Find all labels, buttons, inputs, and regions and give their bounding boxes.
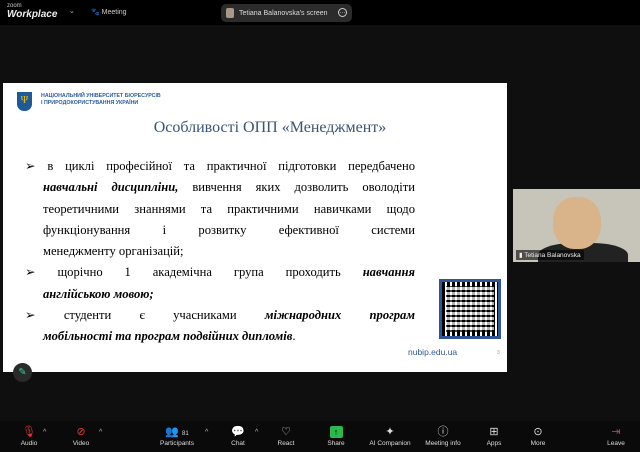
share-icon: ↑ bbox=[311, 425, 361, 440]
emphasis: англійською мовою; bbox=[43, 286, 154, 301]
audio-options-caret[interactable]: ^ bbox=[43, 429, 46, 436]
participant-name: ▮ Tetiana Balanovska bbox=[516, 250, 584, 260]
meeting-text: Meeting bbox=[101, 9, 127, 16]
info-icon: ⓘ bbox=[437, 426, 449, 438]
heart-icon: ♡ bbox=[281, 426, 291, 438]
bullet-icon: ➢ bbox=[25, 159, 36, 173]
brand-name: Workplace bbox=[7, 9, 58, 20]
label: Leave bbox=[607, 440, 625, 447]
label: More bbox=[530, 440, 546, 447]
label: Audio bbox=[20, 440, 38, 447]
top-bar: zoom Workplace ⌄ 🐾 Meeting Tetiana Balan… bbox=[0, 0, 640, 25]
audio-button[interactable]: 🎙 Audio bbox=[4, 425, 54, 447]
participants-button[interactable]: 👥 81 Participants bbox=[152, 425, 202, 447]
text-line: теоретичними знаннями та практичними нав… bbox=[43, 201, 415, 216]
label: Apps bbox=[486, 440, 502, 447]
emphasis: мобільності та програм подвійних дипломі… bbox=[43, 329, 293, 344]
text: щорічно 1 академічна група проходить bbox=[57, 265, 363, 280]
participants-icon: 👥 81 bbox=[165, 426, 189, 438]
meeting-info-button[interactable]: ⓘ Meeting info bbox=[418, 425, 468, 447]
text: . bbox=[292, 329, 296, 344]
qr-code bbox=[439, 279, 501, 339]
more-button[interactable]: ⊙ More bbox=[513, 425, 563, 447]
react-button[interactable]: ♡ React bbox=[261, 425, 311, 447]
share-button[interactable]: ↑ Share bbox=[311, 425, 361, 447]
emphasis: міжнародних програм bbox=[264, 308, 415, 323]
chevron-down-icon[interactable]: ⌄ bbox=[69, 7, 75, 15]
text-line: ➢ щорічно 1 академічна група проходить н… bbox=[25, 262, 415, 283]
participant-video[interactable]: ▮ Tetiana Balanovska bbox=[513, 189, 640, 262]
video-face bbox=[553, 197, 601, 249]
label: Meeting info bbox=[425, 440, 461, 447]
video-options-caret[interactable]: ^ bbox=[99, 429, 102, 436]
more-icon[interactable]: … bbox=[338, 8, 347, 17]
emphasis: навчальні дисципліни, bbox=[43, 180, 179, 195]
text-line: ➢ студенти є учасниками міжнародних прог… bbox=[25, 305, 415, 326]
annotate-pencil-icon[interactable]: ✎ bbox=[13, 363, 32, 382]
leave-button[interactable]: ⇥ Leave bbox=[591, 425, 640, 447]
more-icon: ⊙ bbox=[533, 426, 543, 438]
text-line: англійською мовою; bbox=[25, 284, 415, 305]
shared-slide: Ψ НАЦІОНАЛЬНИЙ УНІВЕРСИТЕТ БІОРЕСУРСІВ І… bbox=[3, 83, 507, 372]
share-label: Tetiana Balanovska's screen bbox=[239, 9, 328, 17]
ai-companion-button[interactable]: ✦ AI Companion bbox=[365, 425, 415, 447]
slide-url: nubip.edu.ua bbox=[408, 347, 458, 357]
bullet-icon: ➢ bbox=[25, 265, 36, 280]
bullet-icon: ➢ bbox=[25, 308, 36, 323]
text: в циклі професійної та практичної підгот… bbox=[47, 159, 415, 173]
slide-title: Особливості ОПП «Менеджмент» bbox=[153, 119, 387, 136]
university-logo-icon: Ψ bbox=[17, 92, 32, 111]
label: Chat bbox=[231, 440, 245, 447]
text-line: мобільності та програм подвійних дипломі… bbox=[25, 326, 415, 347]
university-line: І ПРИРОДОКОРИСТУВАННЯ УКРАЇНИ bbox=[41, 99, 139, 106]
text: вивчення яких дозволить оволодіти bbox=[178, 180, 415, 195]
participants-count: 81 bbox=[182, 431, 189, 437]
university-name: НАЦІОНАЛЬНИЙ УНІВЕРСИТЕТ БІОРЕСУРСІВ І П… bbox=[41, 93, 161, 106]
sparkle-icon: ✦ bbox=[385, 426, 395, 438]
text: студенти є учасниками bbox=[63, 308, 265, 323]
label: Participants bbox=[160, 440, 194, 447]
meeting-toolbar: 🎙 Audio ^ ⊘ Video ^ 👥 81 Participants ^ 💬 Ch… bbox=[0, 421, 640, 452]
text-line: менеджменту організацій; bbox=[43, 244, 184, 259]
participants-caret[interactable]: ^ bbox=[205, 429, 208, 436]
meeting-label[interactable]: 🐾 Meeting bbox=[91, 8, 127, 16]
leave-icon: ⇥ bbox=[611, 426, 621, 438]
name-text: Tetiana Balanovska bbox=[524, 252, 581, 259]
university-line: НАЦІОНАЛЬНИЙ УНІВЕРСИТЕТ БІОРЕСУРСІВ bbox=[41, 93, 161, 99]
label: AI Companion bbox=[369, 440, 411, 447]
slide-body: ➢ в циклі професійної та практичної підг… bbox=[25, 156, 415, 348]
zoom-logo: zoom Workplace bbox=[7, 3, 57, 20]
signal-icon: ▮ bbox=[519, 252, 523, 259]
slide-number: 3 bbox=[497, 350, 500, 356]
text-line: функціонування і розвитку ефективної сис… bbox=[43, 222, 415, 237]
label: Video bbox=[72, 440, 90, 447]
mic-muted-icon: 🎙 bbox=[22, 426, 36, 438]
chat-caret[interactable]: ^ bbox=[255, 429, 258, 436]
label: Share bbox=[327, 440, 345, 447]
screen-share-indicator[interactable]: Tetiana Balanovska's screen … bbox=[221, 4, 352, 22]
avatar bbox=[226, 8, 234, 18]
text-line: навчальні дисципліни, вивчення яких дозв… bbox=[25, 177, 415, 198]
emphasis: навчання bbox=[362, 265, 415, 280]
apps-icon: ⊞ bbox=[489, 426, 499, 438]
paw-icon: 🐾 bbox=[91, 9, 100, 16]
text-line: ➢ в циклі професійної та практичної підг… bbox=[25, 156, 415, 177]
apps-button[interactable]: ⊞ Apps bbox=[469, 425, 519, 447]
label: React bbox=[277, 440, 295, 447]
